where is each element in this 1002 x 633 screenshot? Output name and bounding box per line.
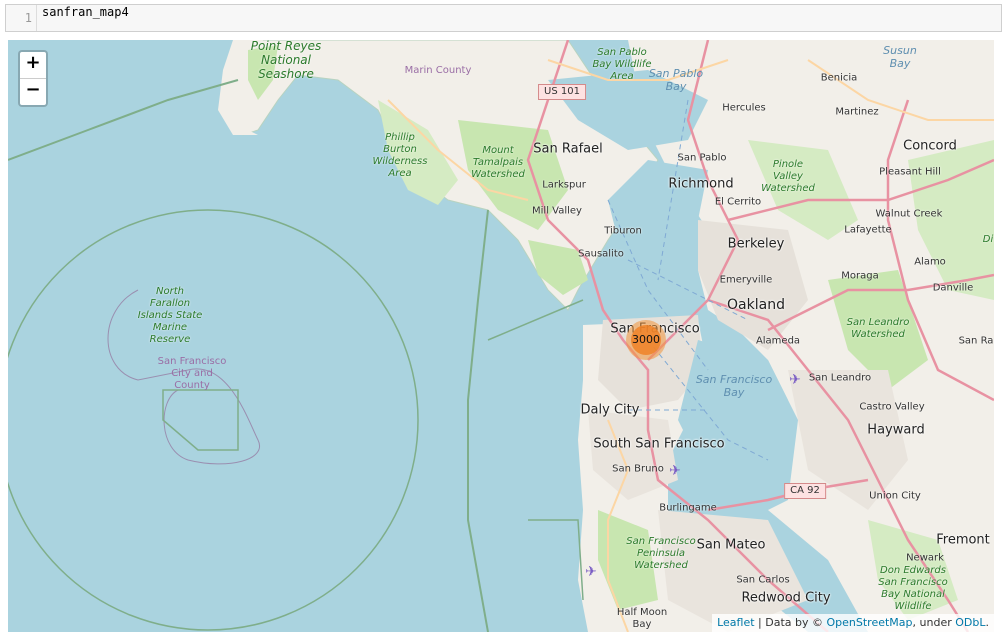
code-text[interactable]: sanfran_map4 — [42, 5, 129, 19]
zoom-out-button[interactable]: − — [20, 79, 46, 105]
shield-us101: US 101 — [538, 84, 586, 100]
label-moraga: Moraga — [841, 270, 879, 282]
label-richmond: Richmond — [668, 176, 734, 192]
label-san-mateo: San Mateo — [696, 537, 766, 553]
label-san-leandro: San Leandro — [808, 372, 872, 384]
notebook-code-cell[interactable]: 1 sanfran_map4 — [5, 4, 1002, 32]
label-sf-peninsula-watershed: San Francisco Peninsula Watershed — [626, 536, 696, 571]
label-walnut-creek: Walnut Creek — [875, 208, 943, 220]
label-mill-valley: Mill Valley — [532, 205, 582, 217]
label-sf-bay: San Francisco Bay — [695, 373, 773, 399]
county-line — [487, 299, 584, 341]
label-redwood-city: Redwood City — [741, 590, 831, 606]
label-san-rafael: San Rafael — [533, 141, 603, 157]
label-castro-valley: Castro Valley — [859, 401, 925, 413]
label-larkspur: Larkspur — [542, 179, 586, 191]
leaflet-link[interactable]: Leaflet — [717, 616, 754, 629]
label-hercules: Hercules — [722, 102, 766, 114]
leaflet-map[interactable]: Point Reyes National Seashore Marin Coun… — [8, 40, 994, 632]
label-hayward: Hayward — [867, 422, 925, 438]
marker-cluster[interactable]: 3000 — [626, 320, 666, 360]
label-sf-city-county: San Francisco City and County — [157, 356, 227, 391]
label-half-moon-bay: Half Moon Bay — [616, 607, 668, 630]
label-san-leandro-watershed: San Leandro Watershed — [846, 317, 910, 340]
label-san-pablo: San Pablo — [677, 152, 727, 164]
label-north-farallon: North Farallon Islands State Marine Rese… — [137, 286, 203, 345]
airport-icon: ✈ — [669, 463, 681, 479]
airport-icon: ✈ — [585, 564, 597, 580]
label-burlingame: Burlingame — [659, 502, 717, 514]
label-sausalito: Sausalito — [578, 248, 624, 260]
line-number: 1 — [6, 5, 37, 31]
label-san-bruno: San Bruno — [612, 463, 664, 475]
label-emeryville: Emeryville — [719, 274, 773, 286]
label-danville: Danville — [932, 282, 974, 294]
label-pinole-valley: Pinole Valley Watershed — [761, 159, 815, 194]
label-oakland: Oakland — [727, 297, 785, 313]
label-south-sf: South San Francisco — [593, 436, 725, 452]
attribution-data-prefix: | Data by © — [754, 616, 827, 629]
openstreetmap-link[interactable]: OpenStreetMap — [827, 616, 913, 629]
sanctuary-boundary — [8, 209, 419, 631]
map-attribution: Leaflet | Data by © OpenStreetMap, under… — [712, 614, 994, 632]
label-martinez: Martinez — [835, 106, 879, 118]
marker-cluster-count[interactable]: 3000 — [631, 325, 661, 355]
label-concord: Concord — [903, 138, 957, 154]
label-alamo: Alamo — [914, 256, 946, 268]
zoom-in-button[interactable]: + — [20, 52, 46, 79]
label-mount-tamalpais: Mount Tamalpais Watershed — [471, 145, 525, 180]
shield-ca92: CA 92 — [784, 483, 826, 499]
label-lafayette: Lafayette — [844, 224, 892, 236]
label-don-edwards: Don Edwards San Francisco Bay National W… — [878, 565, 948, 612]
label-alameda: Alameda — [755, 335, 801, 347]
label-daly-city: Daly City — [580, 402, 640, 418]
county-line — [528, 519, 584, 601]
zoom-control: + − — [18, 50, 48, 107]
label-union-city: Union City — [869, 490, 921, 502]
label-tiburon: Tiburon — [604, 225, 642, 237]
label-berkeley: Berkeley — [727, 236, 785, 252]
label-newark: Newark — [906, 552, 944, 564]
label-san-ra: San Ra — [958, 335, 994, 347]
county-line — [467, 209, 489, 632]
label-di-edge: Di — [982, 234, 994, 245]
label-marin-county: Marin County — [404, 65, 472, 76]
label-pleasant-hill: Pleasant Hill — [879, 166, 941, 178]
label-san-carlos: San Carlos — [736, 574, 790, 586]
label-point-reyes: Point Reyes National Seashore — [250, 40, 322, 81]
label-phillip-burton: Phillip Burton Wilderness Area — [372, 132, 428, 179]
label-susun-bay: Susun Bay — [883, 44, 917, 70]
attribution-under: , under — [912, 616, 956, 629]
county-boundary — [162, 389, 239, 451]
attribution-end: . — [985, 616, 990, 629]
label-san-pablo-bay: San Pablo Bay — [648, 67, 704, 93]
label-el-cerrito: El Cerrito — [714, 196, 762, 208]
odbl-link[interactable]: ODbL — [955, 616, 985, 629]
airport-icon: ✈ — [789, 372, 801, 388]
label-fremont: Fremont — [936, 532, 990, 548]
label-benicia: Benicia — [820, 72, 858, 84]
